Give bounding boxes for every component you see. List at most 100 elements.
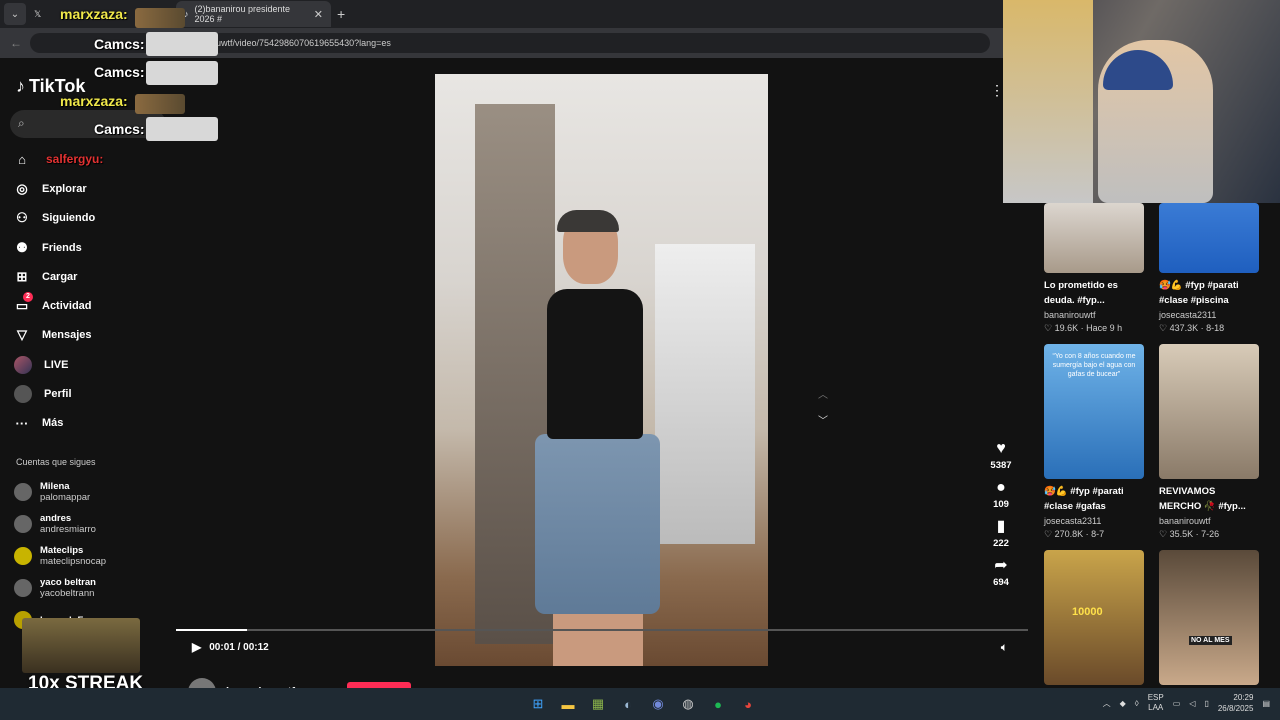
sidebar-item-label: LIVE (44, 358, 69, 371)
recommended-card[interactable]: 10000 (1044, 550, 1144, 685)
tab-search-button[interactable]: ⌄ (4, 3, 26, 25)
like-action[interactable]: ♥ 5387 (990, 438, 1011, 471)
comment-action[interactable]: ● 109 (993, 477, 1009, 510)
share-count: 694 (993, 577, 1009, 588)
following-item[interactable]: yaco beltran yacobeltrann (14, 572, 106, 604)
video-person-cap (557, 210, 619, 232)
battery-icon[interactable]: ▯ (1204, 699, 1208, 708)
video-person-legs (553, 614, 643, 666)
sidebar-item-more[interactable]: ··· Más (14, 409, 174, 438)
chrome-icon[interactable]: ◕ (738, 694, 758, 714)
recommended-card[interactable]: Lo prometido es deuda. #fyp... bananirou… (1044, 203, 1144, 334)
chat-username: Camcs: (94, 64, 145, 80)
streak-emote (22, 618, 140, 673)
volume-tray-icon[interactable]: ◁ (1189, 699, 1195, 708)
avatar (14, 547, 32, 565)
like-count: 5387 (990, 460, 1012, 471)
tray-mic-icon[interactable]: ◊ (1135, 699, 1139, 708)
clock[interactable]: 20:29 26/8/2025 (1218, 692, 1254, 714)
back-icon[interactable]: ← (10, 36, 22, 50)
discord-icon[interactable]: ◉ (648, 694, 668, 714)
recommended-card[interactable]: “Yo con 8 años cuando me sumergía bajo e… (1044, 344, 1144, 540)
search-icon: ⌕ (18, 116, 25, 130)
video-progress-bar[interactable] (176, 629, 1028, 631)
card-caption: 🥵💪 #fyp #parati #clase #piscina (1159, 280, 1239, 306)
language-indicator[interactable]: ESP LAA (1148, 693, 1164, 713)
following-title: Cuentas que sigues (16, 457, 96, 467)
spotify-icon[interactable]: ● (708, 694, 728, 714)
file-explorer-icon[interactable]: ▬ (558, 694, 578, 714)
chat-emote (146, 32, 218, 56)
sidebar-item-upload[interactable]: ⊞ Cargar (14, 262, 174, 291)
tab-tiktok-video[interactable]: ♪ (2)bananirou presidente 2026 # ✕ (176, 1, 331, 27)
sidebar-nav: ⌂ ◎ Explorar ⚇ Siguiendo ⚉ Friends ⊞ Cargar … (14, 145, 174, 438)
card-user: bananirouwtf (1159, 516, 1211, 526)
following-item[interactable]: Milena palomappar (14, 476, 106, 508)
sidebar-item-explore[interactable]: ◎ Explorar (14, 174, 174, 203)
chat-emote (135, 94, 185, 114)
action-bar: ♥ 5387 ● 109 ▮ 222 ➦ 694 (986, 438, 1016, 594)
windows-start-icon[interactable]: ⊞ (528, 694, 548, 714)
chat-emote (146, 61, 218, 85)
sidebar-item-messages[interactable]: ▽ Mensajes (14, 321, 174, 350)
share-action[interactable]: ➦ 694 (993, 555, 1009, 588)
bookmark-icon: ▮ (996, 518, 1006, 535)
compass-icon: ◎ (16, 180, 28, 196)
sidebar-item-label: Perfil (44, 388, 72, 401)
game-icon[interactable]: ▦ (588, 694, 608, 714)
chevron-up-icon[interactable]: ︿ (818, 386, 828, 401)
sidebar-item-label: Más (42, 417, 64, 430)
save-action[interactable]: ▮ 222 (993, 516, 1009, 549)
card-caption: 🥵💪 #fyp #parati #clase #gafas (1044, 486, 1124, 512)
network-icon[interactable]: ▭ (1173, 699, 1181, 708)
recommended-card[interactable]: REVIVAMOS MERCHO 🥀 #fyp... bananirouwtf … (1159, 344, 1259, 540)
video-thumbnail (1044, 203, 1144, 273)
upload-icon: ⊞ (16, 268, 28, 284)
chevron-down-icon[interactable]: ﹀ (818, 412, 828, 427)
recommended-card[interactable]: 🥵💪 #fyp #parati #clase #piscina josecast… (1159, 203, 1259, 334)
sidebar-item-profile[interactable]: Perfil (14, 379, 174, 408)
taskbar-apps: ⊞ ▬ ▦ ◐ ◉ ◍ ● ◕ (528, 694, 758, 714)
sidebar-item-label: Siguiendo (42, 212, 96, 225)
following-handle: palomappar (40, 492, 91, 503)
chat-username: salfergyu: (46, 152, 104, 166)
sidebar-item-following[interactable]: ⚇ Siguiendo (14, 204, 174, 233)
steam-icon[interactable]: ◐ (618, 694, 638, 714)
following-item[interactable]: andres andresmiarro (14, 508, 106, 540)
play-icon[interactable]: ▶ (192, 640, 201, 654)
chat-emote (135, 8, 185, 28)
video-thumbnail (1159, 344, 1259, 479)
video-closet-right (655, 244, 755, 544)
thumbnail-text: 10000 (1072, 606, 1103, 618)
chat-username: marxzaza: (60, 6, 128, 22)
following-item[interactable]: Mateclips mateclipsnocap (14, 540, 106, 572)
recommended-card[interactable]: NO AL MES (1159, 550, 1259, 685)
playback-controls: ▶ 00:01 / 00:12 (192, 640, 269, 654)
following-handle: andresmiarro (40, 524, 96, 535)
sidebar-item-label: Mensajes (42, 329, 92, 342)
comment-count: 109 (993, 499, 1009, 510)
activity-badge: 2 (23, 292, 33, 303)
sidebar-item-label: Cargar (42, 270, 78, 283)
close-tab-icon[interactable]: ✕ (314, 8, 323, 21)
new-tab-button[interactable]: + (337, 6, 345, 22)
lang-code: ESP (1147, 693, 1164, 702)
system-tray: ︿ ◆ ◊ ESP LAA ▭ ◁ ▯ 20:29 26/8/2025 ▤ (1103, 692, 1270, 714)
sidebar-item-live[interactable]: LIVE (14, 350, 174, 379)
person-icon: ⚇ (16, 210, 28, 226)
windows-taskbar: ⊞ ▬ ▦ ◐ ◉ ◍ ● ◕ ︿ ◆ ◊ ESP LAA ▭ ◁ ▯ 20:29… (0, 688, 1280, 720)
video-frame[interactable] (435, 74, 768, 666)
comment-icon: ● (996, 479, 1006, 496)
sidebar-item-friends[interactable]: ⚉ Friends (14, 233, 174, 262)
notification-icon[interactable]: ▤ (1262, 699, 1270, 708)
volume-icon[interactable]: 🔈︎ (1001, 640, 1008, 655)
tray-chevron-icon[interactable]: ︿ (1103, 698, 1111, 709)
sidebar-item-activity[interactable]: ▭ 2 Actividad (14, 291, 174, 320)
obs-icon[interactable]: ◍ (678, 694, 698, 714)
card-meta: ♡ 19.6K · Hace 9 h (1044, 323, 1123, 333)
profile-avatar (14, 385, 32, 404)
card-user: josecasta2311 (1159, 310, 1217, 320)
more-options-icon[interactable]: ⋮ (990, 82, 1004, 99)
card-user: bananirouwtf (1044, 310, 1096, 320)
tray-shield-icon[interactable]: ◆ (1120, 699, 1126, 708)
